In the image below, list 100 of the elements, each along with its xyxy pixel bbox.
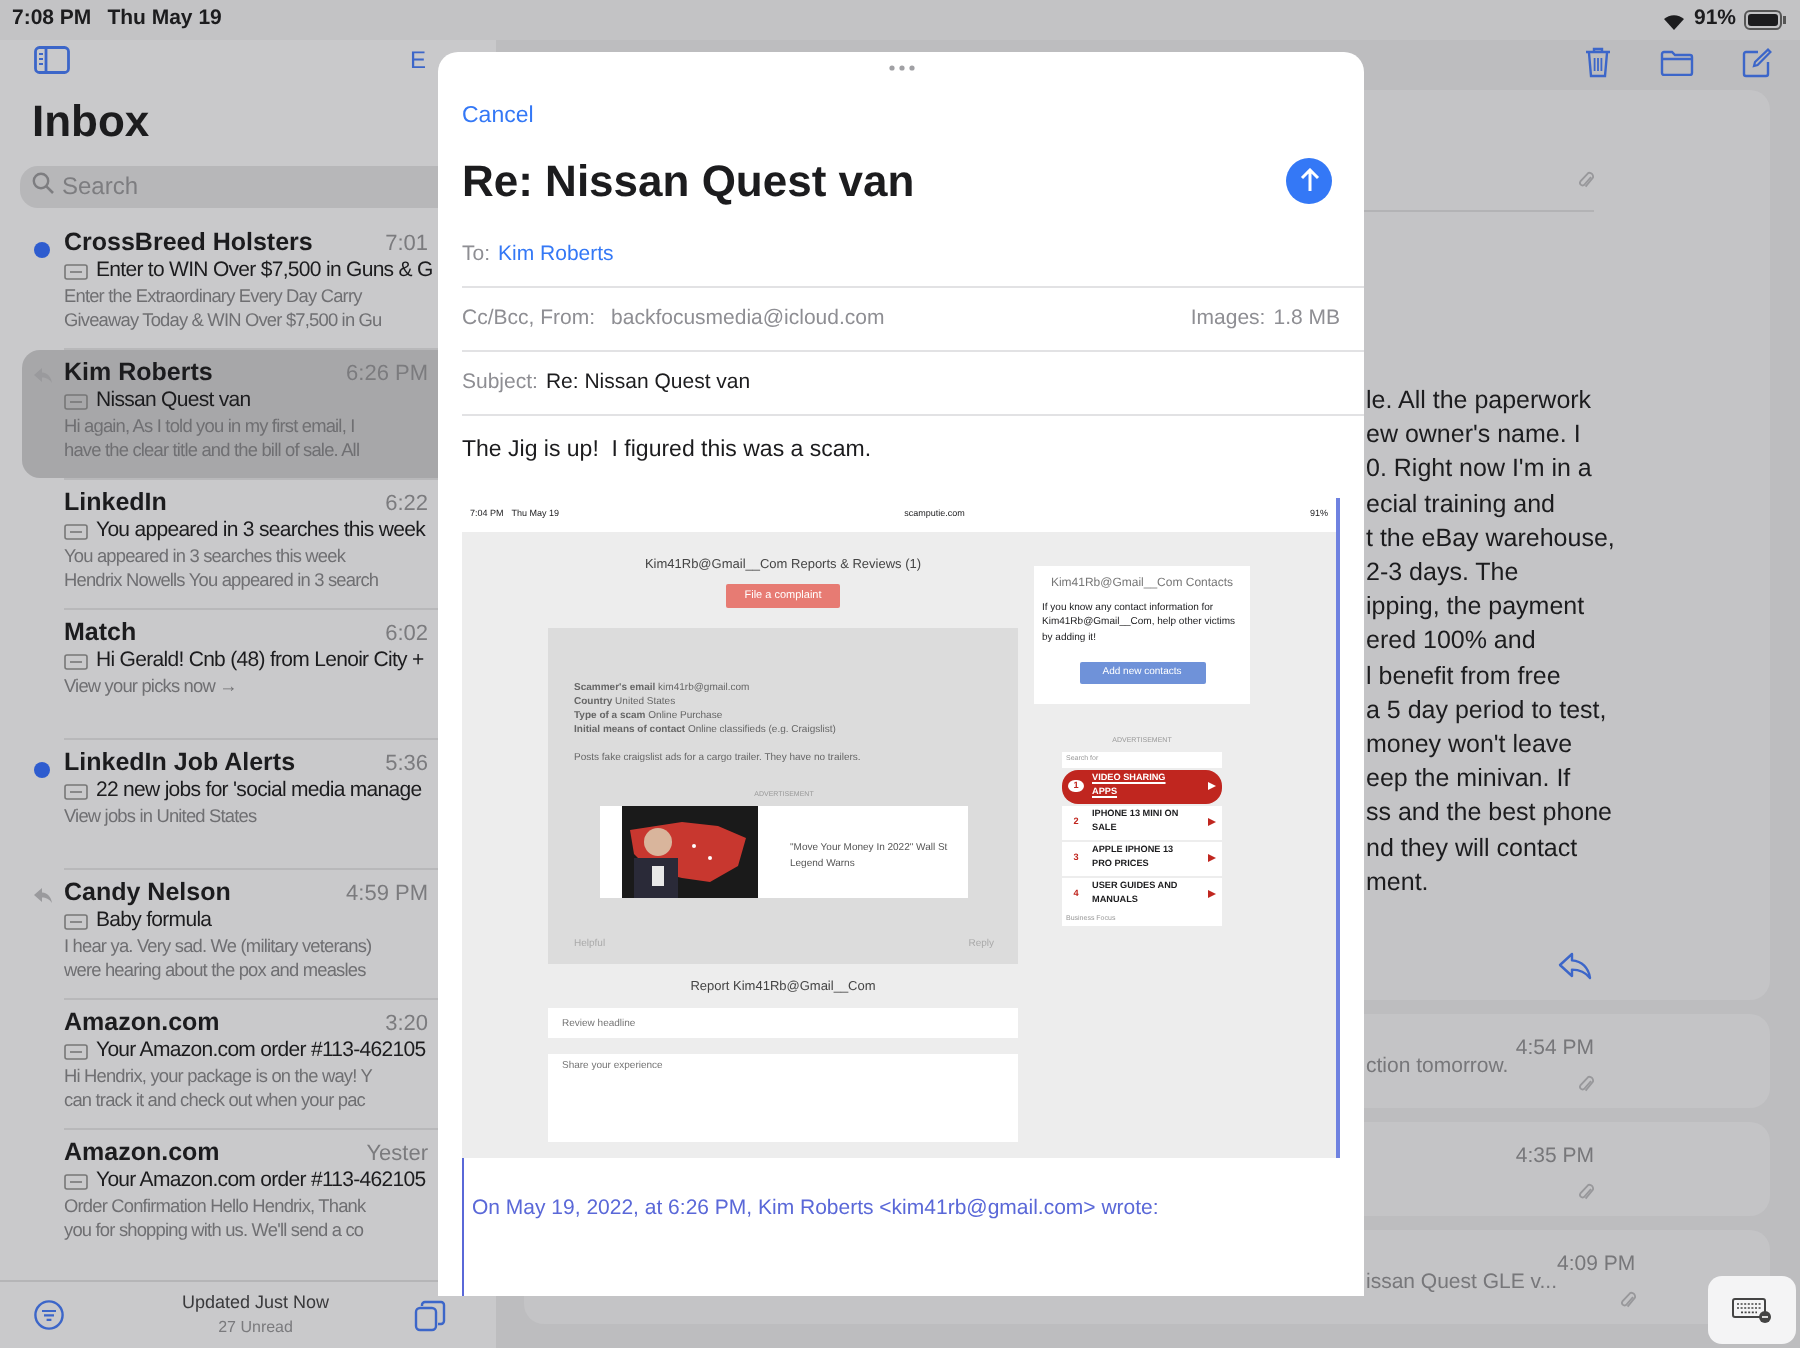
message-body-line: money won't leave [1366,728,1575,763]
message-subject: 22 new jobs for 'social media manage [96,778,422,804]
message-snippet: ction tomorrow. [1366,1052,1509,1083]
battery-percent: 91% [1693,4,1736,35]
message-body-line: ipping, the payment [1366,590,1587,625]
sender-name: Kim Roberts [64,358,213,386]
message-preview: can track it and check out when your pac [64,1088,367,1112]
paperclip-icon [1578,1073,1594,1094]
message-body-line: ered 100% and [1366,624,1538,659]
message-subject: Your Amazon.com order #113-462105 [96,1168,426,1194]
images-label: Images: [1190,303,1266,334]
message-time: 3:20 [385,1010,428,1038]
message-body-line: ecial training and [1366,487,1558,522]
message-body-line: eep the minivan. If [1366,762,1573,797]
quote-header: On May 19, 2022, at 6:26 PM, Kim Roberts <kim41rb@gmail.com> wrote: [462,1157,1364,1296]
message-time: 6:02 [385,620,428,648]
keyboard-icon [1732,1297,1772,1323]
message-body-line: ment. [1366,865,1431,900]
message-preview: Giveaway Today & WIN Over $7,500 in Gu [64,308,384,332]
message-subject: Nissan Quest van [96,388,251,414]
message-body-line: l benefit from free [1366,659,1563,694]
message-preview: Hi again, As I told you in my first email, I [64,414,357,438]
message-body-line: t the eBay warehouse, [1366,521,1617,556]
wifi-icon [1661,11,1686,29]
message-subject: Your Amazon.com order #113-462105 [96,1038,426,1064]
search-field[interactable]: Search [20,165,438,207]
sender-name: Candy Nelson [64,878,231,906]
recipient-badge-icon [64,1043,88,1059]
message-body-line: 2-3 days. The [1366,556,1521,591]
message-body-line: a 5 day period to test, [1366,693,1609,728]
message-snippet: issan Quest GLE v... [1366,1270,1558,1299]
sender-name: Match [64,618,137,646]
play-icon [1208,818,1216,826]
message-time: 4:35 PM [1515,1142,1594,1172]
search-icon [32,172,54,194]
play-icon [1208,854,1216,862]
message-body-line: ew owner's name. I [1366,418,1583,453]
status-time: 7:08 PM [12,4,92,35]
reply-icon[interactable] [1558,952,1592,981]
recipient-badge-icon [64,913,88,929]
recipient-name[interactable]: Kim Roberts [498,239,614,272]
message-preview: Enter the Extraordinary Every Day Carry [64,284,365,308]
message-subject: Hi Gerald! Cnb (48) from Lenoir City + [96,648,424,674]
message-time: 5:36 [385,750,428,778]
paperclip-icon [1578,170,1594,190]
message-preview: you for shopping with us. We'll send a co [64,1218,366,1242]
recipient-badge-icon [64,523,88,539]
message-time: 4:54 PM [1515,1034,1594,1064]
sender-name: LinkedIn [64,488,167,516]
compose-icon[interactable] [1742,47,1772,77]
folder-icon[interactable] [1660,49,1694,75]
message-preview: Hendrix Nowells You appeared in 3 search [64,568,381,592]
message-preview: You appeared in 3 searches this week [64,544,348,568]
message-time: Yester [366,1140,428,1168]
message-preview: were hearing about the pox and measles [64,958,368,982]
sender-name: Amazon.com [64,1138,220,1166]
battery-icon [1744,10,1788,30]
message-body-line: nd they will contact [1366,831,1580,866]
filter-icon[interactable] [34,1300,64,1330]
paperclip-icon [1578,1181,1594,1202]
sender-name: CrossBreed Holsters [64,228,313,256]
message-preview: View your picks now → [64,674,239,698]
message-body-line: le. All the paperwork [1366,384,1594,418]
status-date: Thu May 19 [107,4,222,35]
recipient-badge-icon [64,783,88,799]
arrow-up-icon [1299,168,1319,193]
recipient-badge-icon [64,1173,88,1189]
message-subject: Enter to WIN Over $7,500 in Guns & G [96,258,433,284]
sender-name: LinkedIn Job Alerts [64,748,296,776]
from-label: Cc/Bcc, From: [462,303,596,334]
recipient-badge-icon [64,263,88,279]
message-preview: Hi Hendrix, your package is on the way! Y [64,1064,374,1088]
message-time: 7:01 [385,230,428,258]
update-status: Updated Just Now [182,1289,330,1316]
unread-count: 27 Unread [216,1316,295,1341]
cancel-button[interactable]: Cancel [462,100,534,135]
grabber-icon[interactable] [887,64,915,72]
message-subject: Baby formula [96,908,212,934]
recipient-badge-icon [64,653,88,669]
message-preview: I hear ya. Very sad. We (military veterans) [64,934,374,958]
to-label: To: [462,239,491,270]
send-button[interactable] [1286,157,1332,204]
message-time: 6:22 [385,490,428,518]
recipient-badge-icon [64,393,88,409]
message-preview: View jobs in United States [64,804,259,828]
sender-name: Amazon.com [64,1008,220,1036]
compose-title: Re: Nissan Quest van [462,153,915,210]
paperclip-icon [1619,1289,1636,1310]
message-time: 4:59 PM [346,880,428,908]
sidebar-icon[interactable] [34,46,70,74]
subject-field[interactable]: Re: Nissan Quest van [545,367,751,400]
message-body-line: 0. Right now I'm in a [1366,452,1594,487]
message-time: 4:09 PM [1557,1250,1636,1280]
mailboxes-icon[interactable] [413,1299,446,1331]
play-icon [1208,782,1216,790]
play-icon [1208,890,1216,898]
message-preview: have the clear title and the bill of sale. All [64,438,362,462]
trash-icon[interactable] [1584,46,1612,78]
message-subject: You appeared in 3 searches this week [96,518,425,544]
keyboard-button[interactable] [1708,1276,1796,1344]
